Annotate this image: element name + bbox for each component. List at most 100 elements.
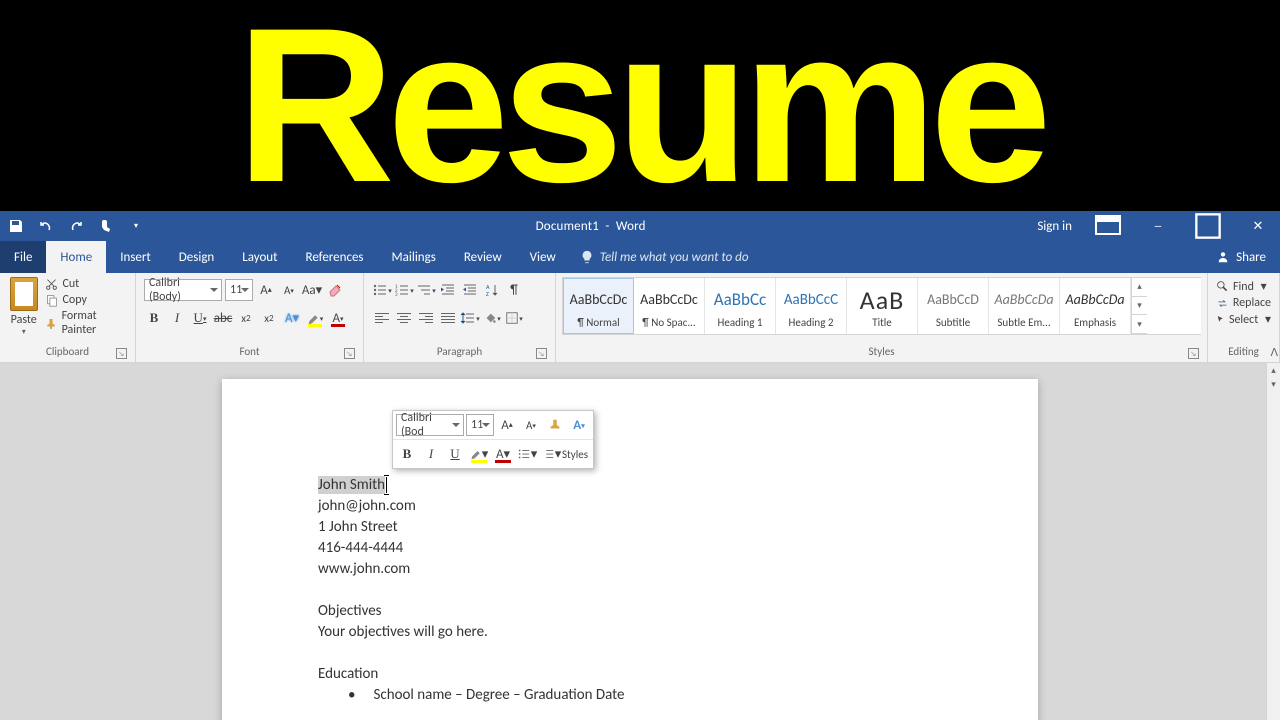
ribbon-display-icon[interactable] — [1094, 216, 1122, 236]
scroll-up-icon[interactable]: ▴ — [1267, 363, 1280, 377]
font-color-button[interactable]: A▾ — [328, 307, 348, 329]
mini-italic[interactable]: I — [420, 443, 442, 465]
style-subtle-emphasis[interactable]: AaBbCcDaSubtle Em... — [989, 278, 1060, 334]
text-effects-button[interactable]: A▾ — [282, 307, 302, 329]
superscript-button[interactable]: x2 — [259, 307, 279, 329]
doc-address[interactable]: 1 John Street — [318, 517, 942, 538]
clipboard-dialog-launcher[interactable]: ↘ — [116, 348, 127, 359]
tab-design[interactable]: Design — [165, 241, 228, 273]
cut-button[interactable]: Cut — [45, 277, 129, 291]
mini-styles-button[interactable]: A▾ — [568, 414, 590, 436]
tab-review[interactable]: Review — [450, 241, 516, 273]
styles-dialog-launcher[interactable]: ↘ — [1188, 348, 1199, 359]
mini-shrink-font[interactable]: A▾ — [520, 414, 542, 436]
qat-customize-icon[interactable]: ▾ — [128, 218, 144, 234]
mini-bold[interactable]: B — [396, 443, 418, 465]
align-left-button[interactable] — [372, 308, 392, 328]
doc-education-item[interactable]: School name – Degree – Graduation Date — [318, 685, 942, 706]
close-icon[interactable]: ✕ — [1244, 216, 1272, 236]
highlight-button[interactable]: ▾ — [305, 307, 325, 329]
touch-mode-icon[interactable] — [98, 218, 114, 234]
doc-name[interactable]: John Smith — [318, 475, 942, 496]
save-icon[interactable] — [8, 218, 24, 234]
replace-button[interactable]: Replace — [1216, 296, 1271, 310]
vertical-scrollbar[interactable]: ▴ ▾ — [1266, 363, 1280, 720]
format-painter-button[interactable]: Format Painter — [45, 309, 129, 337]
share-button[interactable]: Share — [1202, 241, 1280, 273]
font-size-combo[interactable]: 11 — [225, 279, 253, 301]
signin-link[interactable]: Sign in — [1037, 219, 1072, 234]
clear-format-button[interactable] — [325, 279, 345, 301]
show-marks-button[interactable]: ¶ — [504, 279, 524, 301]
mini-size-combo[interactable]: 11 — [466, 414, 494, 436]
mini-format-painter[interactable] — [544, 414, 566, 436]
justify-button[interactable] — [438, 308, 458, 328]
tab-view[interactable]: View — [516, 241, 570, 273]
bullets-button[interactable]: ▾ — [372, 279, 392, 301]
font-dialog-launcher[interactable]: ↘ — [344, 348, 355, 359]
mini-bullets[interactable]: ▾ — [516, 443, 538, 465]
underline-button[interactable]: U▾ — [190, 307, 210, 329]
tab-mailings[interactable]: Mailings — [378, 241, 450, 273]
gallery-up-icon[interactable]: ▴ — [1132, 278, 1147, 297]
style-heading1[interactable]: AaBbCcHeading 1 — [705, 278, 776, 334]
doc-email[interactable]: john@john.com — [318, 496, 942, 517]
tab-references[interactable]: References — [292, 241, 378, 273]
find-button[interactable]: Find ▾ — [1216, 279, 1271, 294]
italic-button[interactable]: I — [167, 307, 187, 329]
tab-file[interactable]: File — [0, 241, 46, 273]
tab-insert[interactable]: Insert — [106, 241, 165, 273]
maximize-icon[interactable] — [1194, 216, 1222, 236]
document-page[interactable]: John Smith john@john.com 1 John Street 4… — [222, 379, 1038, 720]
mini-underline[interactable]: U — [444, 443, 466, 465]
align-right-button[interactable] — [416, 308, 436, 328]
mini-numbering[interactable]: ▾ — [540, 443, 562, 465]
sort-button[interactable]: AZ — [482, 279, 502, 301]
style-nospacing[interactable]: AaBbCcDc¶ No Spac... — [634, 278, 705, 334]
increase-indent-button[interactable] — [460, 279, 480, 301]
redo-icon[interactable] — [68, 218, 84, 234]
document-area[interactable]: John Smith john@john.com 1 John Street 4… — [0, 363, 1266, 720]
decrease-indent-button[interactable] — [438, 279, 458, 301]
doc-education-heading[interactable]: Education — [318, 664, 942, 685]
select-button[interactable]: Select ▾ — [1216, 312, 1271, 327]
paste-button[interactable]: Paste ▾ — [6, 275, 41, 343]
mini-grow-font[interactable]: A▴ — [496, 414, 518, 436]
collapse-ribbon-icon[interactable]: ᐱ — [1270, 346, 1278, 359]
numbering-button[interactable]: 123▾ — [394, 279, 414, 301]
doc-objectives-heading[interactable]: Objectives — [318, 601, 942, 622]
multilevel-list-button[interactable]: ▾ — [416, 279, 436, 301]
tab-layout[interactable]: Layout — [228, 241, 291, 273]
style-subtitle[interactable]: AaBbCcDSubtitle — [918, 278, 989, 334]
doc-website[interactable]: www.john.com — [318, 559, 942, 580]
grow-font-button[interactable]: A▴ — [256, 279, 276, 301]
undo-icon[interactable] — [38, 218, 54, 234]
gallery-down-icon[interactable]: ▾ — [1132, 297, 1147, 316]
mini-font-color[interactable]: A▾ — [492, 443, 514, 465]
scroll-down-icon[interactable]: ▾ — [1267, 377, 1280, 391]
tell-me-search[interactable]: Tell me what you want to do — [570, 241, 1202, 273]
paragraph-dialog-launcher[interactable]: ↘ — [536, 348, 547, 359]
align-center-button[interactable] — [394, 308, 414, 328]
style-normal[interactable]: AaBbCcDc¶ Normal — [563, 278, 634, 334]
shrink-font-button[interactable]: A▾ — [279, 279, 299, 301]
minimize-icon[interactable]: ─ — [1144, 216, 1172, 236]
strikethrough-button[interactable]: abc — [213, 307, 233, 329]
shading-button[interactable]: ▾ — [482, 307, 502, 329]
copy-button[interactable]: Copy — [45, 293, 129, 307]
gallery-more-icon[interactable]: ▾ — [1132, 315, 1147, 334]
line-spacing-button[interactable]: ▾ — [460, 307, 480, 329]
mini-font-combo[interactable]: Calibri (Bod — [396, 414, 464, 436]
style-title[interactable]: AaBTitle — [847, 278, 918, 334]
style-emphasis[interactable]: AaBbCcDaEmphasis — [1060, 278, 1131, 334]
mini-styles-label[interactable]: Styles — [564, 443, 586, 465]
subscript-button[interactable]: x2 — [236, 307, 256, 329]
change-case-button[interactable]: Aa▾ — [302, 279, 322, 301]
font-name-combo[interactable]: Calibri (Body) — [144, 279, 222, 301]
doc-objectives-text[interactable]: Your objectives will go here. — [318, 622, 942, 643]
doc-phone[interactable]: 416-444-4444 — [318, 538, 942, 559]
mini-highlight[interactable]: ▾ — [468, 443, 490, 465]
borders-button[interactable]: ▾ — [504, 307, 524, 329]
tab-home[interactable]: Home — [46, 241, 106, 273]
style-heading2[interactable]: AaBbCcCHeading 2 — [776, 278, 847, 334]
